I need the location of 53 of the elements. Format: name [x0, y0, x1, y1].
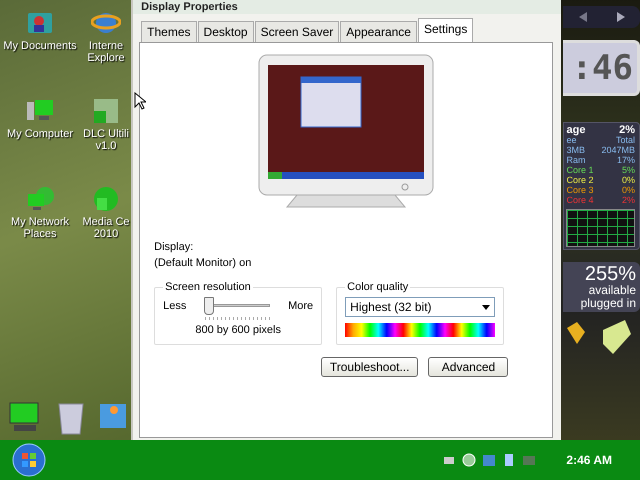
stat-value: 0%: [622, 185, 635, 195]
tab[interactable]: Themes: [141, 21, 197, 42]
stat-label: Ram: [566, 155, 586, 165]
stat-value: 0%: [622, 175, 635, 185]
power-status: plugged in: [580, 297, 636, 310]
display-value: (Default Monitor) on: [154, 256, 252, 271]
less-label: Less: [163, 299, 186, 314]
stat-label: ee: [566, 135, 576, 145]
window-title: Display Properties: [133, 0, 562, 14]
display-label: Display:: [154, 240, 194, 255]
dialog-button[interactable]: Advanced: [428, 357, 508, 377]
icon-label[interactable]: Interne Explore: [87, 40, 125, 64]
dropdown-arrow-icon: [482, 304, 490, 310]
cpu-graph: [566, 209, 635, 247]
stat-value: 17%: [616, 155, 635, 165]
stat-label: Core 1: [566, 165, 594, 175]
cpu-total: 2%: [619, 125, 635, 135]
dialog-button[interactable]: Troubleshoot...: [320, 357, 418, 377]
icon-label[interactable]: My Documents: [3, 40, 77, 52]
stat-label: Core 3: [566, 185, 594, 195]
tab[interactable]: Screen Saver: [254, 21, 340, 42]
stat-label: Core 4: [566, 195, 594, 205]
battery-status: available: [588, 284, 636, 297]
more-label: More: [288, 299, 314, 314]
start-button[interactable]: [12, 443, 46, 477]
stat-value: 2047MB: [601, 145, 635, 155]
gadget-title: age: [566, 125, 586, 135]
stat-value: Total: [616, 135, 635, 145]
tab[interactable]: Appearance: [340, 21, 417, 42]
color-quality-dropdown[interactable]: Highest (32 bit): [345, 297, 496, 317]
slider-thumb[interactable]: [204, 297, 214, 315]
icon-label[interactable]: Media Ce 2010: [82, 216, 130, 240]
icon-label[interactable]: My Computer: [6, 128, 74, 140]
group-title: Color quality: [346, 281, 410, 293]
right-arrow-icon[interactable]: [616, 12, 625, 22]
icon-label[interactable]: DLC Ultili v1.0: [83, 128, 129, 152]
taskbar-clock: 2:46 AM: [566, 453, 612, 467]
stat-label: 3MB: [566, 145, 585, 155]
tab[interactable]: Desktop: [198, 21, 254, 42]
left-arrow-icon[interactable]: [578, 12, 587, 22]
stat-label: Core 2: [566, 175, 594, 185]
tray-icon[interactable]: [462, 453, 476, 467]
icon-label[interactable]: My Network Places: [10, 216, 70, 240]
tab[interactable]: Settings: [418, 18, 474, 42]
resolution-slider[interactable]: [204, 297, 270, 315]
stat-value: 2%: [622, 195, 635, 205]
picture-icon: [91, 96, 121, 126]
battery-percent: 255%: [584, 264, 636, 284]
clock-gadget: :46: [563, 40, 640, 96]
media-icon: [91, 184, 121, 214]
stat-value: 5%: [622, 165, 635, 175]
resolution-value: 800 by 600 pixels: [194, 323, 282, 338]
group-title: Screen resolution: [164, 281, 252, 293]
